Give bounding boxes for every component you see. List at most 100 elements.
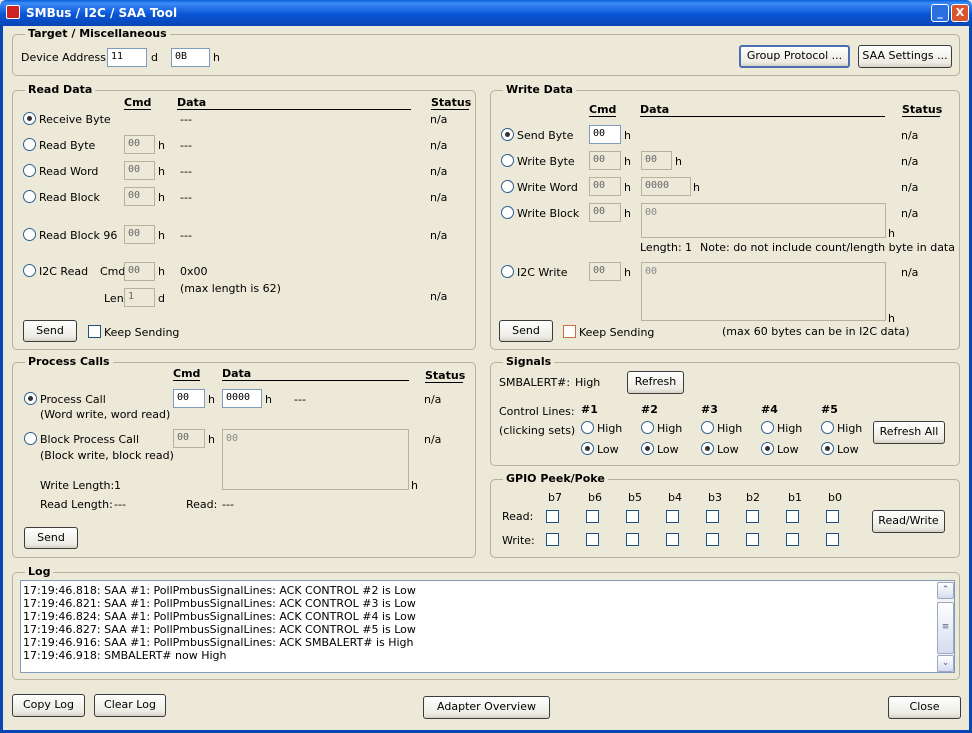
read-b2-checkbox[interactable] [746,510,759,523]
send-byte-label: Send Byte [517,129,574,142]
block-process-call-radio[interactable] [24,432,37,445]
i2c-read-cmd-input[interactable]: 00 [124,262,155,281]
write-block-radio[interactable] [501,206,514,219]
read-b4-checkbox[interactable] [666,510,679,523]
i2c-write-cmd-input[interactable]: 00 [589,262,621,281]
read-keep-sending-checkbox[interactable] [88,325,101,338]
write-byte-data-input[interactable]: 00 [641,151,672,170]
read-word-data: --- [180,165,192,178]
process-send-button[interactable]: Send [24,527,78,549]
scroll-down-arrow-icon[interactable]: ⌄ [937,655,954,672]
minimize-button[interactable]: _ [931,4,949,22]
process-call-cmd-h: h [208,393,215,406]
process-call-data-input[interactable]: 0000 [222,389,262,408]
write-keep-sending-checkbox[interactable] [563,325,576,338]
line-2-low-radio[interactable] [641,442,654,455]
line-3-high-radio[interactable] [701,421,714,434]
write-cmd-underline [589,116,616,117]
i2c-read-radio[interactable] [23,264,36,277]
line-4-low-radio[interactable] [761,442,774,455]
write-byte-radio[interactable] [501,154,514,167]
process-call-read: --- [294,393,306,406]
send-byte-cmd-input[interactable]: 00 [589,125,621,144]
write-data-header: Data [640,103,670,116]
device-address-dec-input[interactable]: 11 [107,48,147,67]
read-word-radio[interactable] [23,164,36,177]
block-process-call-data-textarea[interactable]: 00 [222,429,409,490]
read-b7-checkbox[interactable] [546,510,559,523]
i2c-write-data-textarea[interactable]: 00 [641,262,886,321]
write-b2-checkbox[interactable] [746,533,759,546]
line-3-low-radio[interactable] [701,442,714,455]
scroll-thumb[interactable]: ≡ [937,602,954,654]
saa-settings-button[interactable]: SAA Settings ... [858,45,952,68]
send-byte-radio[interactable] [501,128,514,141]
line-5-low-radio[interactable] [821,442,834,455]
read-byte-radio[interactable] [23,138,36,151]
write-byte-cmd-input[interactable]: 00 [589,151,621,170]
close-window-button[interactable]: X [951,4,969,22]
device-address-hex-input[interactable]: 0B [171,48,210,67]
read-write-button[interactable]: Read/Write [872,510,945,533]
read-block-cmd-input[interactable]: 00 [124,187,155,206]
read-block96-cmd-input[interactable]: 00 [124,225,155,244]
read-block-h: h [158,191,165,204]
refresh-button[interactable]: Refresh [627,371,684,394]
log-textbox[interactable]: 17:19:46.818: SAA #1: PollPmbusSignalLin… [20,580,955,673]
log-line: 17:19:46.818: SAA #1: PollPmbusSignalLin… [23,584,416,597]
device-address-label: Device Address: [21,51,110,64]
close-button[interactable]: Close [888,696,961,719]
read-b5-checkbox[interactable] [626,510,639,523]
read-word-h: h [158,165,165,178]
bit-b7-label: b7 [548,491,562,504]
group-protocol-button[interactable]: Group Protocol ... [739,45,850,68]
write-word-radio[interactable] [501,180,514,193]
adapter-overview-button[interactable]: Adapter Overview [423,696,550,719]
line-4-high-label: High [777,422,803,435]
line-2-high-radio[interactable] [641,421,654,434]
write-block-cmd-input[interactable]: 00 [589,203,621,222]
read-b3-checkbox[interactable] [706,510,719,523]
copy-log-button[interactable]: Copy Log [12,694,85,717]
line-1-high-radio[interactable] [581,421,594,434]
line-5-high-label: High [837,422,863,435]
line-1-low-radio[interactable] [581,442,594,455]
clicking-sets-label: (clicking sets) [499,424,576,437]
scroll-up-arrow-icon[interactable]: ⌃ [937,582,954,599]
write-send-button[interactable]: Send [499,320,553,342]
write-block-data-textarea[interactable]: 00 [641,203,886,238]
i2c-read-len-input[interactable]: 1 [124,288,155,307]
write-b5-checkbox[interactable] [626,533,639,546]
block-process-call-cmd-input[interactable]: 00 [173,429,205,448]
receive-byte-radio[interactable] [23,112,36,125]
write-b0-checkbox[interactable] [826,533,839,546]
line-3-high-label: High [717,422,743,435]
write-b6-checkbox[interactable] [586,533,599,546]
i2c-write-radio[interactable] [501,265,514,278]
write-b4-checkbox[interactable] [666,533,679,546]
line-5-high-radio[interactable] [821,421,834,434]
write-b1-checkbox[interactable] [786,533,799,546]
write-b7-checkbox[interactable] [546,533,559,546]
write-b3-checkbox[interactable] [706,533,719,546]
read-b1-checkbox[interactable] [786,510,799,523]
process-call-radio[interactable] [24,392,37,405]
write-word-data-input[interactable]: 0000 [641,177,691,196]
read-b6-checkbox[interactable] [586,510,599,523]
refresh-all-button[interactable]: Refresh All [873,421,945,444]
line-4-high-radio[interactable] [761,421,774,434]
log-line: 17:19:46.821: SAA #1: PollPmbusSignalLin… [23,597,416,610]
title-bar[interactable]: SMBus / I2C / SAA Tool _ X [0,0,972,26]
read-word-cmd-input[interactable]: 00 [124,161,155,180]
read-send-button[interactable]: Send [23,320,77,342]
read-b0-checkbox[interactable] [826,510,839,523]
clear-log-button[interactable]: Clear Log [94,694,166,717]
read-block96-radio[interactable] [23,228,36,241]
write-word-cmd-input[interactable]: 00 [589,177,621,196]
line-1-header: #1 [581,403,598,416]
read-block-radio[interactable] [23,190,36,203]
read-block96-label: Read Block 96 [39,229,118,242]
process-call-cmd-input[interactable]: 00 [173,389,205,408]
read-byte-cmd-input[interactable]: 00 [124,135,155,154]
app-logo-icon [6,5,20,19]
